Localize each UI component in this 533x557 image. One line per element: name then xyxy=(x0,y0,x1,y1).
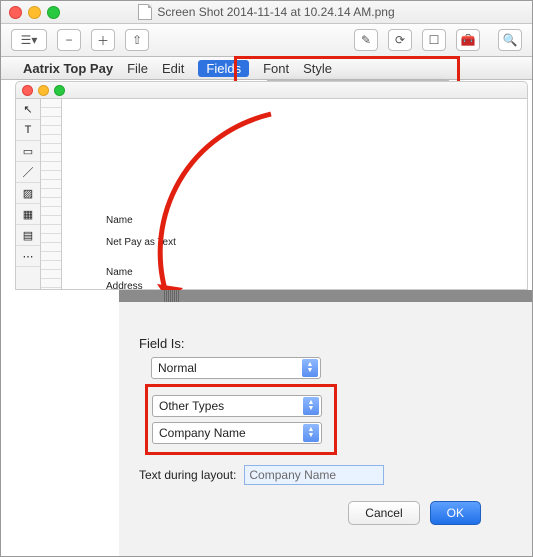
field-category-select[interactable]: Other Types ▲▼ xyxy=(152,395,322,417)
dialog-title: Field Is: xyxy=(139,336,487,351)
minimize-icon[interactable] xyxy=(38,85,49,96)
cancel-button[interactable]: Cancel xyxy=(348,501,419,525)
menu-edit[interactable]: Edit xyxy=(162,61,184,76)
dialog-backdrop: Field Is: Normal ▲▼ Other Types ▲▼ Compa… xyxy=(119,290,533,557)
app-name[interactable]: Aatrix Top Pay xyxy=(23,61,113,76)
ok-button[interactable]: OK xyxy=(430,501,481,525)
annotation-box-combos: Other Types ▲▼ Company Name ▲▼ xyxy=(145,384,337,455)
toolbox-button[interactable]: 🧰 xyxy=(456,29,480,51)
toolbar: ☰▾ − ＋ ⇧ ✎ ⟳ ☐ 🧰 🔍 xyxy=(1,24,532,57)
menu-font[interactable]: Font xyxy=(263,61,289,76)
rotate-button[interactable]: ⟳ xyxy=(388,29,412,51)
annotate-button[interactable]: ✎ xyxy=(354,29,378,51)
text-tool-icon[interactable]: T xyxy=(16,120,40,141)
field-label-netpay: Net Pay as Text xyxy=(106,237,176,248)
app-menubar: Aatrix Top Pay File Edit Fields Font Sty… xyxy=(1,57,532,80)
field-label-name2: Name xyxy=(106,267,133,278)
search-button[interactable]: 🔍 xyxy=(498,29,522,51)
chevron-updown-icon: ▲▼ xyxy=(303,397,319,415)
traffic-lights xyxy=(9,6,60,19)
line-tool-icon[interactable]: ／ xyxy=(16,162,40,183)
combo-value: Normal xyxy=(158,361,197,375)
zoom-icon[interactable] xyxy=(47,6,60,19)
field-tool-icon[interactable]: ▦ xyxy=(16,204,40,225)
chevron-updown-icon: ▲▼ xyxy=(303,424,319,442)
sidebar-toggle-button[interactable]: ☰▾ xyxy=(11,29,47,51)
tool-palette: ↖ T ▭ ／ ▨ ▦ ▤ ⋯ xyxy=(16,99,41,289)
text-during-layout-label: Text during layout: xyxy=(139,468,236,482)
rect-tool-icon[interactable]: ▭ xyxy=(16,141,40,162)
document-titlebar xyxy=(15,81,528,99)
zoom-out-button[interactable]: − xyxy=(57,29,81,51)
pointer-tool-icon[interactable]: ↖ xyxy=(16,99,40,120)
share-button[interactable]: ⇧ xyxy=(125,29,149,51)
misc-tool-icon[interactable]: ⋯ xyxy=(16,246,40,267)
zoom-in-button[interactable]: ＋ xyxy=(91,29,115,51)
markup-button[interactable]: ☐ xyxy=(422,29,446,51)
field-type-select[interactable]: Normal ▲▼ xyxy=(151,357,321,379)
window-titlebar: Screen Shot 2014-11-14 at 10.24.14 AM.pn… xyxy=(1,1,532,24)
grid-tool-icon[interactable]: ▤ xyxy=(16,225,40,246)
fill-tool-icon[interactable]: ▨ xyxy=(16,183,40,204)
field-value-select[interactable]: Company Name ▲▼ xyxy=(152,422,322,444)
vertical-ruler xyxy=(41,99,62,289)
chevron-updown-icon: ▲▼ xyxy=(302,359,318,377)
close-icon[interactable] xyxy=(9,6,22,19)
document-icon xyxy=(138,4,152,20)
minimize-icon[interactable] xyxy=(28,6,41,19)
document-canvas[interactable]: Name Net Pay as Text Name Address xyxy=(62,99,527,289)
combo-value: Other Types xyxy=(159,399,224,413)
text-during-layout-input[interactable] xyxy=(244,465,384,485)
field-label-name: Name xyxy=(106,215,133,226)
menu-fields[interactable]: Fields xyxy=(198,60,249,77)
document-window: ↖ T ▭ ／ ▨ ▦ ▤ ⋯ Name Net Pay as Text Nam… xyxy=(15,81,528,291)
close-icon[interactable] xyxy=(22,85,33,96)
combo-value: Company Name xyxy=(159,426,246,440)
field-dialog: Field Is: Normal ▲▼ Other Types ▲▼ Compa… xyxy=(137,330,487,525)
menu-style[interactable]: Style xyxy=(303,61,332,76)
menu-file[interactable]: File xyxy=(127,61,148,76)
zoom-icon[interactable] xyxy=(54,85,65,96)
window-title: Screen Shot 2014-11-14 at 10.24.14 AM.pn… xyxy=(157,5,394,19)
